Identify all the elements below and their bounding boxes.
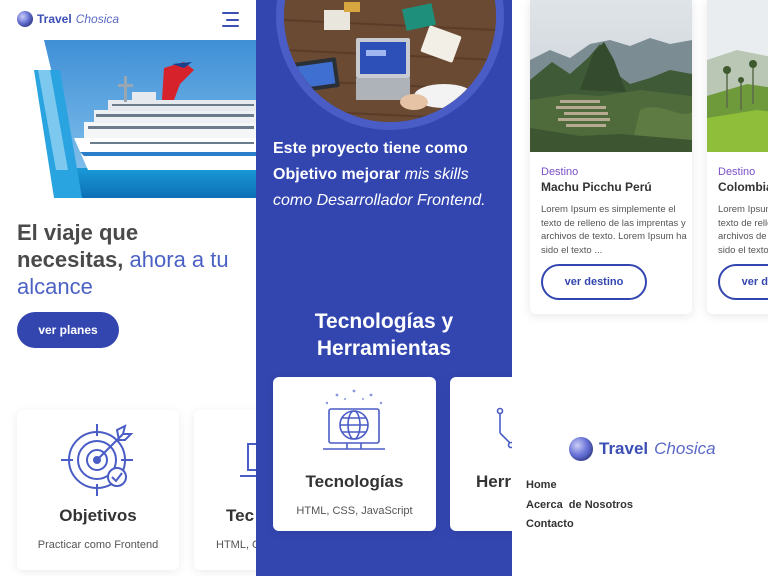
feature-card-tecnologias: Tec HTML, C <box>194 410 256 570</box>
globe-logo-icon <box>569 437 593 461</box>
footer-brand-logo[interactable]: Travel Chosica <box>569 437 716 461</box>
brand-name-bold: Travel <box>37 12 72 26</box>
monitor-icon <box>238 432 256 482</box>
footer-nav: Home Acerca de Nosotros Contacto <box>526 476 633 535</box>
tech-card-herramientas: Herr <box>450 377 512 531</box>
tech-card-tecnologias: Tecnologías HTML, CSS, JavaScript <box>273 377 436 531</box>
globe-monitor-icon <box>317 387 391 459</box>
tech-section-heading: Tecnologías y Herramientas <box>314 310 454 360</box>
destination-description: Lorem Ipsum es simplemente el texto de r… <box>541 204 687 256</box>
hero-title: El viaje que necesitas, ahora a tu alcan… <box>17 219 247 300</box>
feature-card-subtitle: Practicar como Frontend <box>37 539 159 551</box>
machu-picchu-image <box>530 0 692 152</box>
brand-logo[interactable]: Travel Chosica <box>17 11 119 27</box>
ver-destino-button[interactable]: ver destino <box>541 264 647 300</box>
project-statement: Este proyecto tiene como Objetivo mejora… <box>273 136 498 214</box>
tech-card-title: Tecnologías <box>305 472 404 491</box>
brand-name-bold: Travel <box>599 439 649 458</box>
mobile-destinations-screen: Destino Machu Picchu Perú Lorem Ipsum es… <box>512 0 768 576</box>
cruise-ship-image <box>34 40 256 198</box>
footer-link-contacto[interactable]: Contacto <box>526 515 633 535</box>
destination-card-colombia: Destino Colombia Lorem Ipsum es simpleme… <box>707 0 768 314</box>
hamburger-menu-icon[interactable] <box>222 12 239 27</box>
hero-title-dark: El viaje que necesitas, <box>17 220 139 272</box>
ver-destino-button[interactable]: ver destino <box>718 264 768 300</box>
tech-card-subtitle: HTML, CSS, JavaScript <box>296 505 413 517</box>
tech-card-title: Herr <box>476 472 511 491</box>
footer-link-acerca[interactable]: Acerca de Nosotros <box>526 496 633 516</box>
destination-kicker: Destino <box>541 166 579 178</box>
target-icon <box>61 422 137 498</box>
destination-name: Machu Picchu Perú <box>541 180 652 194</box>
feature-card-title: Tec <box>226 506 255 525</box>
feature-card-title: Objetivos <box>59 506 137 525</box>
brand-name-italic: Chosica <box>654 439 716 458</box>
destination-name: Colombia <box>718 180 768 194</box>
globe-logo-icon <box>17 11 33 27</box>
feature-card-subtitle: HTML, C <box>216 539 256 551</box>
feature-card-objetivos: Objetivos Practicar como Frontend <box>17 410 179 570</box>
colombia-image <box>707 0 768 152</box>
mobile-home-screen: Travel Chosica El viaje que necesitas, a… <box>0 0 256 576</box>
footer-link-home[interactable]: Home <box>526 476 633 496</box>
mobile-project-screen: Este proyecto tiene como Objetivo mejora… <box>256 0 512 576</box>
desk-laptops-photo <box>284 0 496 122</box>
ver-planes-button[interactable]: ver planes <box>17 312 119 348</box>
tools-icon <box>494 405 512 449</box>
brand-name-italic: Chosica <box>75 12 120 26</box>
destination-kicker: Destino <box>718 166 756 178</box>
destination-description: Lorem Ipsum es simplemente el texto de r… <box>718 204 768 256</box>
destination-card-machu-picchu: Destino Machu Picchu Perú Lorem Ipsum es… <box>530 0 692 314</box>
